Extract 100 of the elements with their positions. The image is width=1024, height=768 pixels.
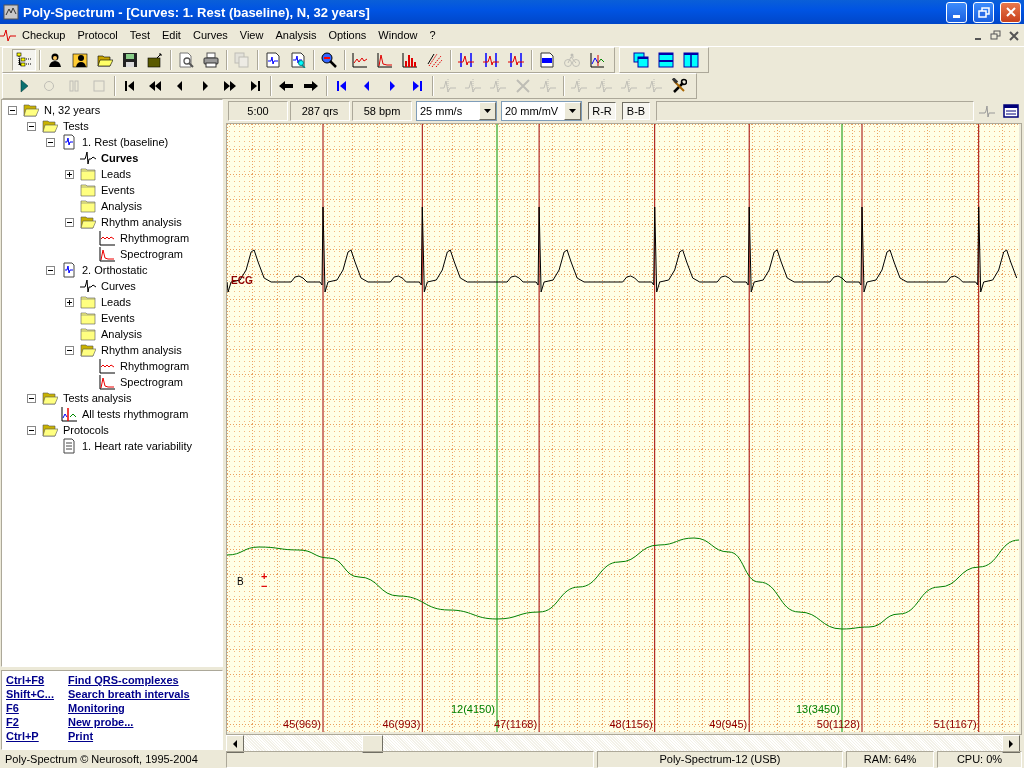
waveform-page-icon <box>61 134 77 150</box>
expand-icon[interactable] <box>65 297 74 307</box>
close-icon[interactable] <box>1004 6 1017 18</box>
window-title: Poly-Spectrum - [Curves: 1. Rest (baseline), N, 32 years] <box>23 4 371 20</box>
menu-item[interactable]: Protocol <box>71 27 124 43</box>
menu-item[interactable]: Options <box>322 27 373 43</box>
tree-item[interactable]: All tests rhythmogram <box>80 408 191 420</box>
caret-icon[interactable] <box>569 109 576 113</box>
marker-label: 51(1167) <box>933 718 977 730</box>
minimize-button[interactable] <box>946 1 967 23</box>
tree-item[interactable]: Curves <box>99 280 138 292</box>
tree-item[interactable]: Events <box>99 184 137 196</box>
menu-item[interactable]: Checkup <box>16 27 72 43</box>
menu-item[interactable]: ? <box>423 27 442 43</box>
close-icon[interactable] <box>1007 28 1021 42</box>
collapse-icon[interactable] <box>27 121 36 131</box>
tree-item[interactable]: Analysis <box>99 328 144 340</box>
tree-item[interactable]: Analysis <box>99 200 144 212</box>
channel-label: B <box>237 576 244 587</box>
command-link[interactable]: Search breath intervals <box>68 687 218 701</box>
folder-icon <box>80 310 96 326</box>
gain-dropdown[interactable]: 20 mm/mV <box>501 101 582 121</box>
restore-button[interactable] <box>973 1 994 23</box>
status-text: RAM: 64% <box>846 750 934 768</box>
spectrogram-icon <box>99 374 115 390</box>
open-folder-icon <box>80 214 96 230</box>
dropdown-button[interactable] <box>479 102 496 120</box>
menu-item[interactable]: View <box>233 27 270 43</box>
collapse-icon[interactable] <box>65 345 74 355</box>
marker-label: 47(1168) <box>493 718 538 730</box>
speed-dropdown[interactable]: 25 mm/s <box>416 101 497 121</box>
tree-item[interactable]: Rhythmogram <box>118 232 192 244</box>
menu-item[interactable]: Analysis <box>269 27 323 43</box>
tree-item[interactable]: 1. Rest (baseline) <box>80 136 171 148</box>
list-icon[interactable] <box>1003 103 1019 119</box>
marker-label: 46(993) <box>382 718 421 730</box>
tree-item[interactable]: Spectrogram <box>118 376 185 388</box>
tree-item[interactable]: Protocols <box>61 424 111 436</box>
tree-item[interactable]: 1. Heart rate variability <box>80 440 195 452</box>
expand-icon[interactable] <box>65 169 74 179</box>
folder-icon <box>80 166 96 182</box>
open-folder-icon <box>42 118 58 134</box>
shortcut-key-link[interactable]: F6 <box>6 701 68 715</box>
marker-label: 48(1156) <box>609 718 653 730</box>
open-folder-icon <box>80 342 96 358</box>
menu-item[interactable]: Edit <box>155 27 187 43</box>
collapse-icon[interactable] <box>27 425 36 435</box>
dropdown-button[interactable] <box>564 102 581 120</box>
marker-label: 45(969) <box>283 718 321 730</box>
folder-icon <box>80 182 96 198</box>
command-link[interactable]: Find QRS-complexes <box>68 673 218 687</box>
menu-item[interactable]: Window <box>372 27 424 43</box>
left-arrow-icon[interactable] <box>233 740 237 748</box>
tree-item[interactable]: 2. Orthostatic <box>80 264 150 276</box>
status-text: CPU: 0% <box>937 750 1022 768</box>
collapse-icon[interactable] <box>27 393 36 403</box>
heart-rate-field: 58 bpm <box>352 101 412 121</box>
rhythmogram-icon <box>99 358 115 374</box>
collapse-icon[interactable] <box>46 137 55 147</box>
collapse-icon[interactable] <box>65 217 74 227</box>
menu-item[interactable]: Curves <box>186 27 234 43</box>
marker-label: 13(3450) <box>795 703 840 715</box>
collapse-icon[interactable] <box>8 105 17 115</box>
command-link[interactable]: Monitoring <box>68 701 218 715</box>
spectrogram-icon <box>99 246 115 262</box>
status-text: Poly-Spectrum © Neurosoft, 1995-2004 <box>4 752 199 767</box>
folder-icon <box>80 294 96 310</box>
tree-item[interactable]: N, 32 years <box>42 104 103 116</box>
shortcut-key-link[interactable]: F2 <box>6 715 68 729</box>
tree-item[interactable]: Events <box>99 312 137 324</box>
shortcut-key-link[interactable]: Ctrl+F8 <box>6 673 68 687</box>
toggle-button[interactable]: B-B <box>622 102 650 120</box>
command-link[interactable]: Print <box>68 729 218 743</box>
tree-item[interactable]: Spectrogram <box>118 248 185 260</box>
tree-item[interactable]: Rhythm analysis <box>99 216 184 228</box>
toggle-button[interactable]: R-R <box>588 102 616 120</box>
waveform-page-icon <box>61 262 77 278</box>
shortcut-key-link[interactable]: Shift+C... <box>6 687 68 701</box>
status-text: Poly-Spectrum-12 (USB) <box>597 750 843 768</box>
menu-item[interactable]: Test <box>123 27 156 43</box>
close-button[interactable] <box>1000 1 1021 23</box>
shortcut-key-link[interactable]: Ctrl+P <box>6 729 68 743</box>
tree-item[interactable]: Tests <box>61 120 91 132</box>
collapse-icon[interactable] <box>46 265 55 275</box>
tree-item[interactable]: Curves <box>99 152 141 164</box>
tree-item[interactable]: Rhythmogram <box>118 360 192 372</box>
caret-icon[interactable] <box>484 109 491 113</box>
duration-field: 5:00 <box>228 101 288 121</box>
right-arrow-icon[interactable] <box>1009 740 1013 748</box>
restore-icon[interactable] <box>977 6 990 18</box>
tree-item[interactable]: Tests analysis <box>61 392 134 404</box>
tree-item[interactable]: Leads <box>99 296 133 308</box>
app-icon <box>3 4 19 20</box>
folder-icon <box>80 198 96 214</box>
folder-icon <box>80 326 96 342</box>
tree-item[interactable]: Rhythm analysis <box>99 344 184 356</box>
channel-label: ECG <box>231 275 253 286</box>
tree-item[interactable]: Leads <box>99 168 133 180</box>
command-link[interactable]: New probe... <box>68 715 218 729</box>
restore-icon[interactable] <box>989 28 1003 42</box>
